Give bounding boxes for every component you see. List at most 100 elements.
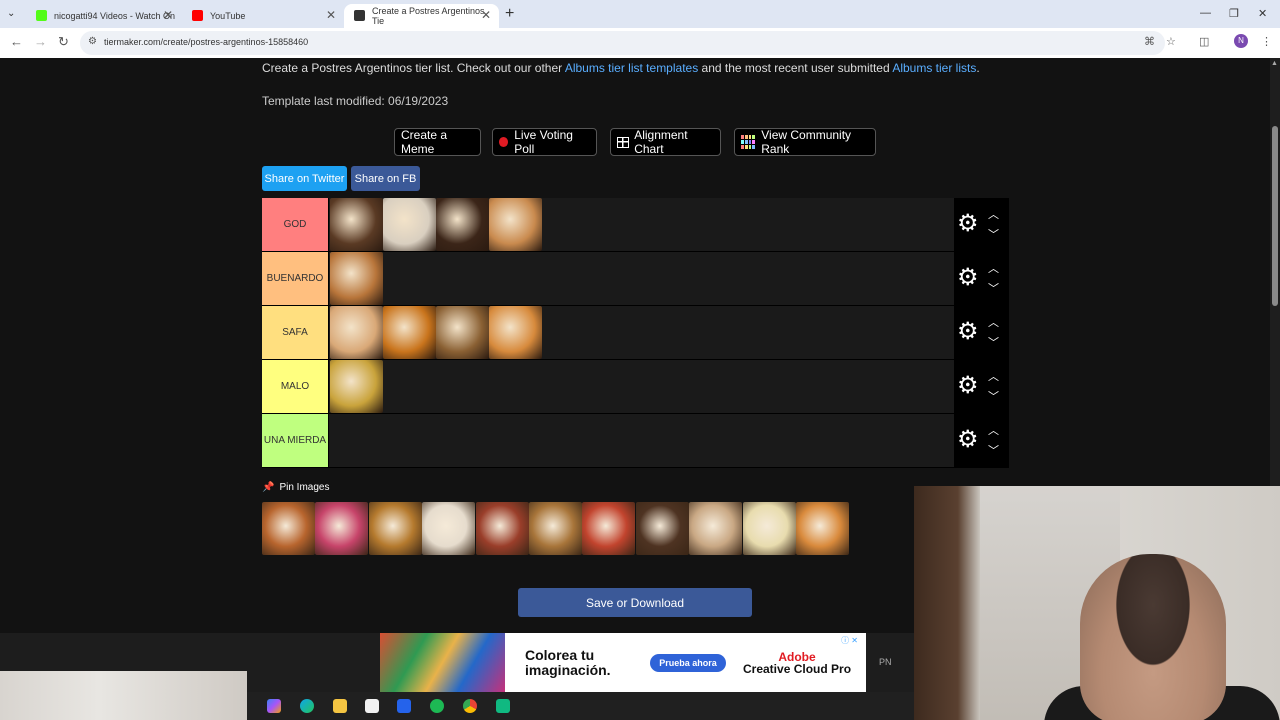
mail-icon[interactable] xyxy=(397,699,411,713)
gear-icon[interactable]: ⚙ xyxy=(957,209,979,238)
tab-kick[interactable]: nicogatti94 Videos - Watch On ✕ xyxy=(26,4,181,28)
site-info-icon[interactable]: ⚙ xyxy=(88,36,97,47)
bookmark-star-icon[interactable]: ☆ xyxy=(1166,35,1176,48)
tier-drop-zone[interactable] xyxy=(330,306,954,359)
tier-label[interactable]: MALO xyxy=(262,360,329,413)
pool-item-image[interactable] xyxy=(422,502,476,555)
ad-cta-button[interactable]: Prueba ahora xyxy=(650,654,726,672)
chevron-up-icon[interactable]: ︿ xyxy=(988,314,999,330)
alignment-chart-button[interactable]: Alignment Chart xyxy=(610,128,721,156)
forward-arrow-icon[interactable]: → xyxy=(34,34,47,49)
tier-item-image[interactable] xyxy=(489,306,542,359)
new-tab-plus-icon[interactable]: + xyxy=(505,5,514,23)
store-icon[interactable] xyxy=(365,699,379,713)
tier-drop-zone[interactable] xyxy=(330,414,954,467)
save-download-button[interactable]: Save or Download xyxy=(518,588,752,617)
community-rank-icon xyxy=(741,135,756,149)
chevron-down-icon[interactable]: ﹀ xyxy=(988,334,999,350)
tier-label[interactable]: BUENARDO xyxy=(262,252,329,305)
tier-row: GOD ⚙ ︿ ﹀ xyxy=(262,198,1009,252)
spotify-icon[interactable] xyxy=(430,699,444,713)
pool-item-image[interactable] xyxy=(262,502,315,555)
share-facebook-button[interactable]: Share on FB xyxy=(351,166,420,191)
reload-icon[interactable]: ↻ xyxy=(58,34,69,50)
tab-tiermaker[interactable]: Create a Postres Argentinos Tie ✕ xyxy=(344,4,499,28)
share-twitter-button[interactable]: Share on Twitter xyxy=(262,166,347,191)
app-icon[interactable] xyxy=(496,699,510,713)
url-text[interactable]: tiermaker.com/create/postres-argentinos-… xyxy=(104,37,308,47)
close-icon[interactable]: ✕ xyxy=(481,8,491,22)
pool-item-image[interactable] xyxy=(582,502,636,555)
albums-lists-link[interactable]: Albums tier lists xyxy=(892,61,976,75)
chevron-down-icon[interactable]: ﹀ xyxy=(988,226,999,242)
close-icon[interactable]: ✕ xyxy=(163,8,173,22)
create-meme-button[interactable]: Create a Meme xyxy=(394,128,481,156)
menu-dots-icon[interactable]: ⋮ xyxy=(1261,35,1272,48)
gear-icon[interactable]: ⚙ xyxy=(957,263,979,292)
copilot-icon[interactable] xyxy=(267,699,281,713)
extensions-icon[interactable]: ◫ xyxy=(1199,35,1209,48)
tier-item-image[interactable] xyxy=(383,306,436,359)
gear-icon[interactable]: ⚙ xyxy=(957,371,979,400)
edge-icon[interactable] xyxy=(300,699,314,713)
file-explorer-icon[interactable] xyxy=(333,699,347,713)
tier-item-image[interactable] xyxy=(489,198,542,251)
chevron-down-icon[interactable]: ﹀ xyxy=(988,388,999,404)
tier-label[interactable]: GOD xyxy=(262,198,329,251)
pool-item-image[interactable] xyxy=(315,502,369,555)
tab-list-chevron-icon[interactable]: ⌄ xyxy=(7,8,15,19)
pin-images-toggle[interactable]: 📌 Pin Images xyxy=(262,482,329,493)
restore-icon[interactable]: ❐ xyxy=(1229,7,1239,20)
pool-item-image[interactable] xyxy=(689,502,743,555)
tab-title: nicogatti94 Videos - Watch On xyxy=(54,11,176,21)
tier-drop-zone[interactable] xyxy=(330,252,954,305)
tier-drop-zone[interactable] xyxy=(330,198,954,251)
tier-item-image[interactable] xyxy=(330,198,383,251)
chrome-icon[interactable] xyxy=(463,699,477,713)
tier-item-image[interactable] xyxy=(436,306,489,359)
omnibox[interactable]: ⚙ tiermaker.com/create/postres-argentino… xyxy=(80,31,1165,55)
window-close-icon[interactable]: ✕ xyxy=(1258,7,1267,20)
ad-artwork-image[interactable] xyxy=(380,633,505,692)
chevron-down-icon[interactable]: ﹀ xyxy=(988,280,999,296)
translate-icon[interactable]: ⌘ xyxy=(1144,35,1155,48)
chevron-up-icon[interactable]: ︿ xyxy=(988,422,999,438)
tier-item-image[interactable] xyxy=(330,306,383,359)
pool-item-image[interactable] xyxy=(742,502,796,555)
gear-icon[interactable]: ⚙ xyxy=(957,317,979,346)
tier-label[interactable]: SAFA xyxy=(262,306,329,359)
back-arrow-icon[interactable]: ← xyxy=(10,34,23,49)
tier-drop-zone[interactable] xyxy=(330,360,954,413)
ad-info-icon[interactable]: ⓘ ✕ xyxy=(841,635,858,646)
tier-list-board: GOD ⚙ ︿ ﹀ BUENARDO ⚙ ︿ ﹀ SAFA ⚙ ︿ ﹀ MALO ⚙ ︿ ﹀ UNA MIERD… xyxy=(262,198,1009,468)
profile-avatar[interactable]: N xyxy=(1234,34,1248,48)
minimize-icon[interactable]: — xyxy=(1200,7,1211,19)
chevron-up-icon[interactable]: ︿ xyxy=(988,206,999,222)
tier-item-image[interactable] xyxy=(330,360,383,413)
gear-icon[interactable]: ⚙ xyxy=(957,425,979,454)
pool-item-image[interactable] xyxy=(796,502,849,555)
scrollbar-thumb[interactable] xyxy=(1272,126,1278,306)
webcam-person-head xyxy=(1080,554,1226,720)
intro-mid: and the most recent user submitted xyxy=(698,61,893,75)
close-icon[interactable]: ✕ xyxy=(326,8,336,22)
chevron-up-icon[interactable]: ︿ xyxy=(988,368,999,384)
pool-item-image[interactable] xyxy=(529,502,582,555)
pool-item-image[interactable] xyxy=(635,502,689,555)
scroll-up-arrow-icon[interactable]: ▲ xyxy=(1271,60,1278,67)
pool-item-image[interactable] xyxy=(368,502,422,555)
tier-item-image[interactable] xyxy=(436,198,489,251)
albums-templates-link[interactable]: Albums tier list templates xyxy=(565,61,698,75)
ad-banner[interactable]: Colorea tu imaginación. Prueba ahora Ado… xyxy=(505,633,866,692)
tier-label[interactable]: UNA MIERDA xyxy=(262,414,329,467)
ad-headline: Colorea tu imaginación. xyxy=(525,647,611,678)
tab-youtube[interactable]: YouTube ✕ xyxy=(182,4,344,28)
tier-item-image[interactable] xyxy=(330,252,383,305)
tier-item-image[interactable] xyxy=(383,198,436,251)
chevron-up-icon[interactable]: ︿ xyxy=(988,260,999,276)
template-modified-date: Template last modified: 06/19/2023 xyxy=(262,94,449,108)
view-community-rank-button[interactable]: View Community Rank xyxy=(734,128,876,156)
pool-item-image[interactable] xyxy=(475,502,529,555)
live-voting-poll-button[interactable]: Live Voting Poll xyxy=(492,128,597,156)
chevron-down-icon[interactable]: ﹀ xyxy=(988,442,999,458)
